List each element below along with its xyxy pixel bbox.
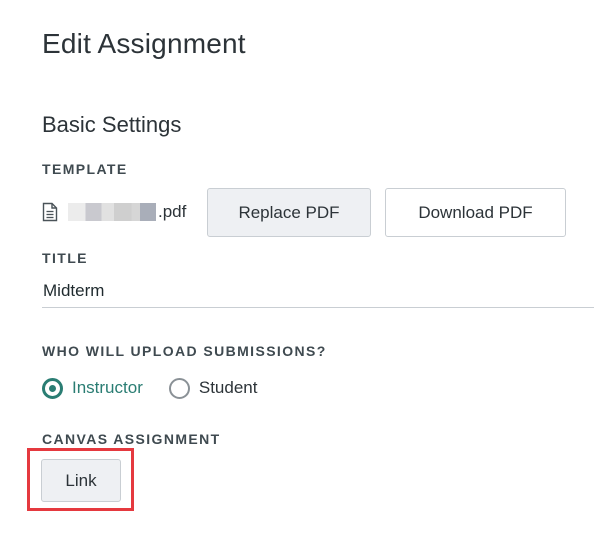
canvas-assignment-label: CANVAS ASSIGNMENT	[42, 431, 221, 447]
radio-instructor[interactable]: Instructor	[42, 377, 143, 399]
radio-instructor-label[interactable]: Instructor	[72, 378, 143, 398]
submissions-label: WHO WILL UPLOAD SUBMISSIONS?	[42, 343, 327, 359]
page-title: Edit Assignment	[42, 28, 246, 59]
template-label: TEMPLATE	[42, 161, 128, 177]
radio-unchecked-icon[interactable]	[168, 377, 190, 399]
radio-checked-icon[interactable]	[42, 377, 63, 399]
replace-pdf-button[interactable]: Replace PDF	[207, 188, 371, 237]
section-title-basic-settings: Basic Settings	[42, 112, 182, 137]
radio-student-label[interactable]: Student	[199, 378, 258, 398]
redacted-filename	[68, 203, 156, 221]
document-icon	[42, 202, 58, 222]
link-button[interactable]: Link	[41, 459, 121, 502]
download-pdf-button[interactable]: Download PDF	[385, 188, 566, 237]
title-input[interactable]	[42, 274, 594, 308]
title-label: TITLE	[42, 250, 88, 266]
template-file-name: .pdf	[68, 202, 186, 222]
radio-student[interactable]: Student	[168, 377, 258, 399]
submissions-radio-group: Instructor Student	[42, 376, 283, 400]
file-extension: .pdf	[158, 202, 187, 221]
template-file-row: .pdf Replace PDF Download PDF	[42, 188, 582, 237]
